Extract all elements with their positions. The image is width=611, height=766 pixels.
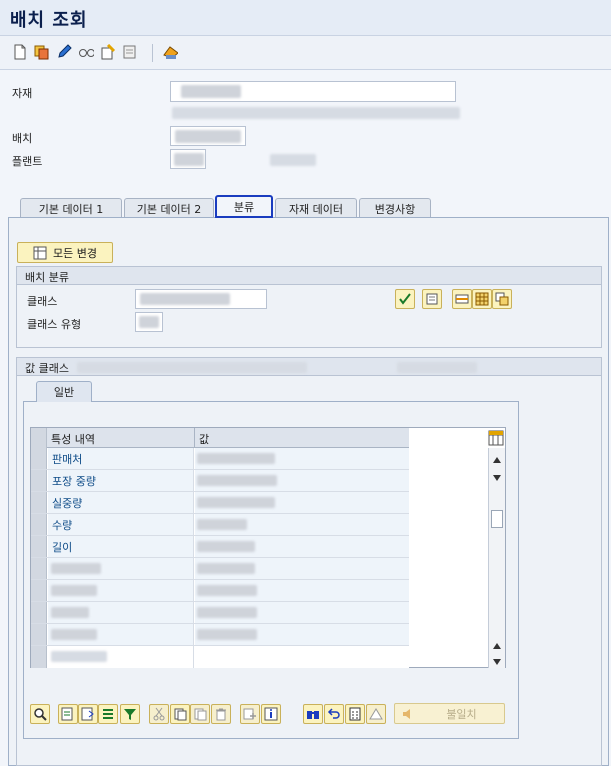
paste-icon[interactable] — [170, 704, 190, 724]
material-label: 자재 — [12, 87, 33, 100]
table-row[interactable] — [31, 624, 409, 646]
check-icon[interactable] — [395, 289, 415, 309]
material-description — [172, 107, 460, 119]
tab-changes[interactable]: 변경사항 — [359, 198, 431, 218]
glasses-icon[interactable] — [78, 44, 94, 60]
characteristic-name: 길이 — [48, 536, 194, 557]
undo-icon[interactable] — [324, 704, 344, 724]
tab-material-data[interactable]: 자재 데이터 — [275, 198, 357, 218]
table-header: 특성 내역 값 — [31, 428, 409, 448]
add-entry-icon[interactable] — [240, 704, 260, 724]
filter-icon[interactable] — [120, 704, 140, 724]
class-type-input[interactable] — [135, 312, 163, 332]
plant-label: 플랜트 — [12, 155, 43, 168]
table-row[interactable] — [31, 646, 409, 668]
append-icon[interactable] — [78, 704, 98, 724]
col-characteristic: 특성 내역 — [51, 433, 95, 446]
change-doc-icon[interactable] — [100, 44, 116, 60]
scroll-up-bottom-icon[interactable] — [492, 640, 502, 653]
class-label: 클래스 — [27, 295, 58, 308]
info-icon[interactable] — [261, 704, 281, 724]
title-bar: 배치 조회 — [0, 0, 611, 36]
characteristic-name: 판매처 — [48, 448, 194, 469]
batch-classification-title: 배치 분류 — [17, 267, 601, 285]
insert-icon[interactable] — [58, 704, 78, 724]
table-icon — [33, 246, 47, 259]
cut-icon[interactable] — [149, 704, 169, 724]
all-changes-button[interactable]: 모든 변경 — [17, 242, 113, 263]
table-row[interactable] — [31, 558, 409, 580]
class-input[interactable] — [135, 289, 267, 309]
binoculars-icon[interactable] — [303, 704, 323, 724]
toolbar-separator — [152, 44, 153, 62]
mismatch-button[interactable]: 불일치 — [394, 703, 505, 724]
mismatch-label: 불일치 — [446, 707, 477, 721]
col-value: 값 — [199, 433, 210, 446]
table-row[interactable] — [31, 580, 409, 602]
details-icon[interactable] — [422, 289, 442, 309]
profile-icon[interactable] — [366, 704, 386, 724]
speaker-icon — [403, 709, 410, 719]
copy-icon[interactable] — [34, 44, 50, 60]
grid-icon[interactable] — [472, 289, 492, 309]
calculator-icon[interactable] — [345, 704, 365, 724]
value-class-title: 값 클래스 — [25, 362, 69, 375]
tab-basic-data-2[interactable]: 기본 데이터 2 — [124, 198, 214, 218]
tab-basic-data-1[interactable]: 기본 데이터 1 — [20, 198, 122, 218]
duplicate-icon[interactable] — [190, 704, 210, 724]
edit-pencil-icon[interactable] — [56, 44, 72, 60]
all-changes-label: 모든 변경 — [53, 246, 97, 260]
page-title: 배치 조회 — [10, 10, 88, 31]
batch-input[interactable] — [170, 126, 246, 146]
column-settings-icon[interactable] — [488, 430, 504, 446]
material-input[interactable] — [170, 81, 456, 102]
plant-description — [270, 154, 316, 166]
sort-icon[interactable] — [98, 704, 118, 724]
search-icon[interactable] — [30, 704, 50, 724]
scroll-up-icon[interactable] — [492, 454, 502, 467]
insert-row-icon[interactable] — [452, 289, 472, 309]
org-icon[interactable] — [162, 44, 178, 60]
batch-classification-group: 배치 분류 클래스 클래스 유형 — [16, 266, 602, 348]
copy-rows-icon[interactable] — [492, 289, 512, 309]
characteristics-table: 특성 내역 값 판매처 포장 중량 실중량 수량 길이 — [30, 427, 506, 668]
table-row[interactable]: 수량 — [31, 514, 409, 536]
new-document-icon[interactable] — [12, 44, 28, 60]
characteristic-name: 수량 — [48, 514, 194, 535]
characteristic-name: 포장 중량 — [48, 470, 194, 491]
tab-classification[interactable]: 분류 — [215, 195, 273, 218]
delete-icon[interactable] — [211, 704, 231, 724]
characteristic-name: 실중량 — [48, 492, 194, 513]
print-icon[interactable] — [122, 44, 138, 60]
table-row[interactable] — [31, 602, 409, 624]
application-toolbar — [0, 36, 611, 70]
plant-input[interactable] — [170, 149, 206, 169]
scroll-down-bottom-icon[interactable] — [492, 656, 502, 669]
table-scrollbar[interactable] — [488, 448, 505, 668]
table-row[interactable]: 판매처 — [31, 448, 409, 470]
table-row[interactable]: 포장 중량 — [31, 470, 409, 492]
scroll-thumb[interactable] — [491, 510, 503, 528]
table-row[interactable]: 실중량 — [31, 492, 409, 514]
batch-label: 배치 — [12, 132, 33, 145]
class-type-label: 클래스 유형 — [27, 318, 82, 331]
scroll-down-icon[interactable] — [492, 472, 502, 485]
tab-general[interactable]: 일반 — [36, 381, 92, 402]
table-row[interactable]: 길이 — [31, 536, 409, 558]
